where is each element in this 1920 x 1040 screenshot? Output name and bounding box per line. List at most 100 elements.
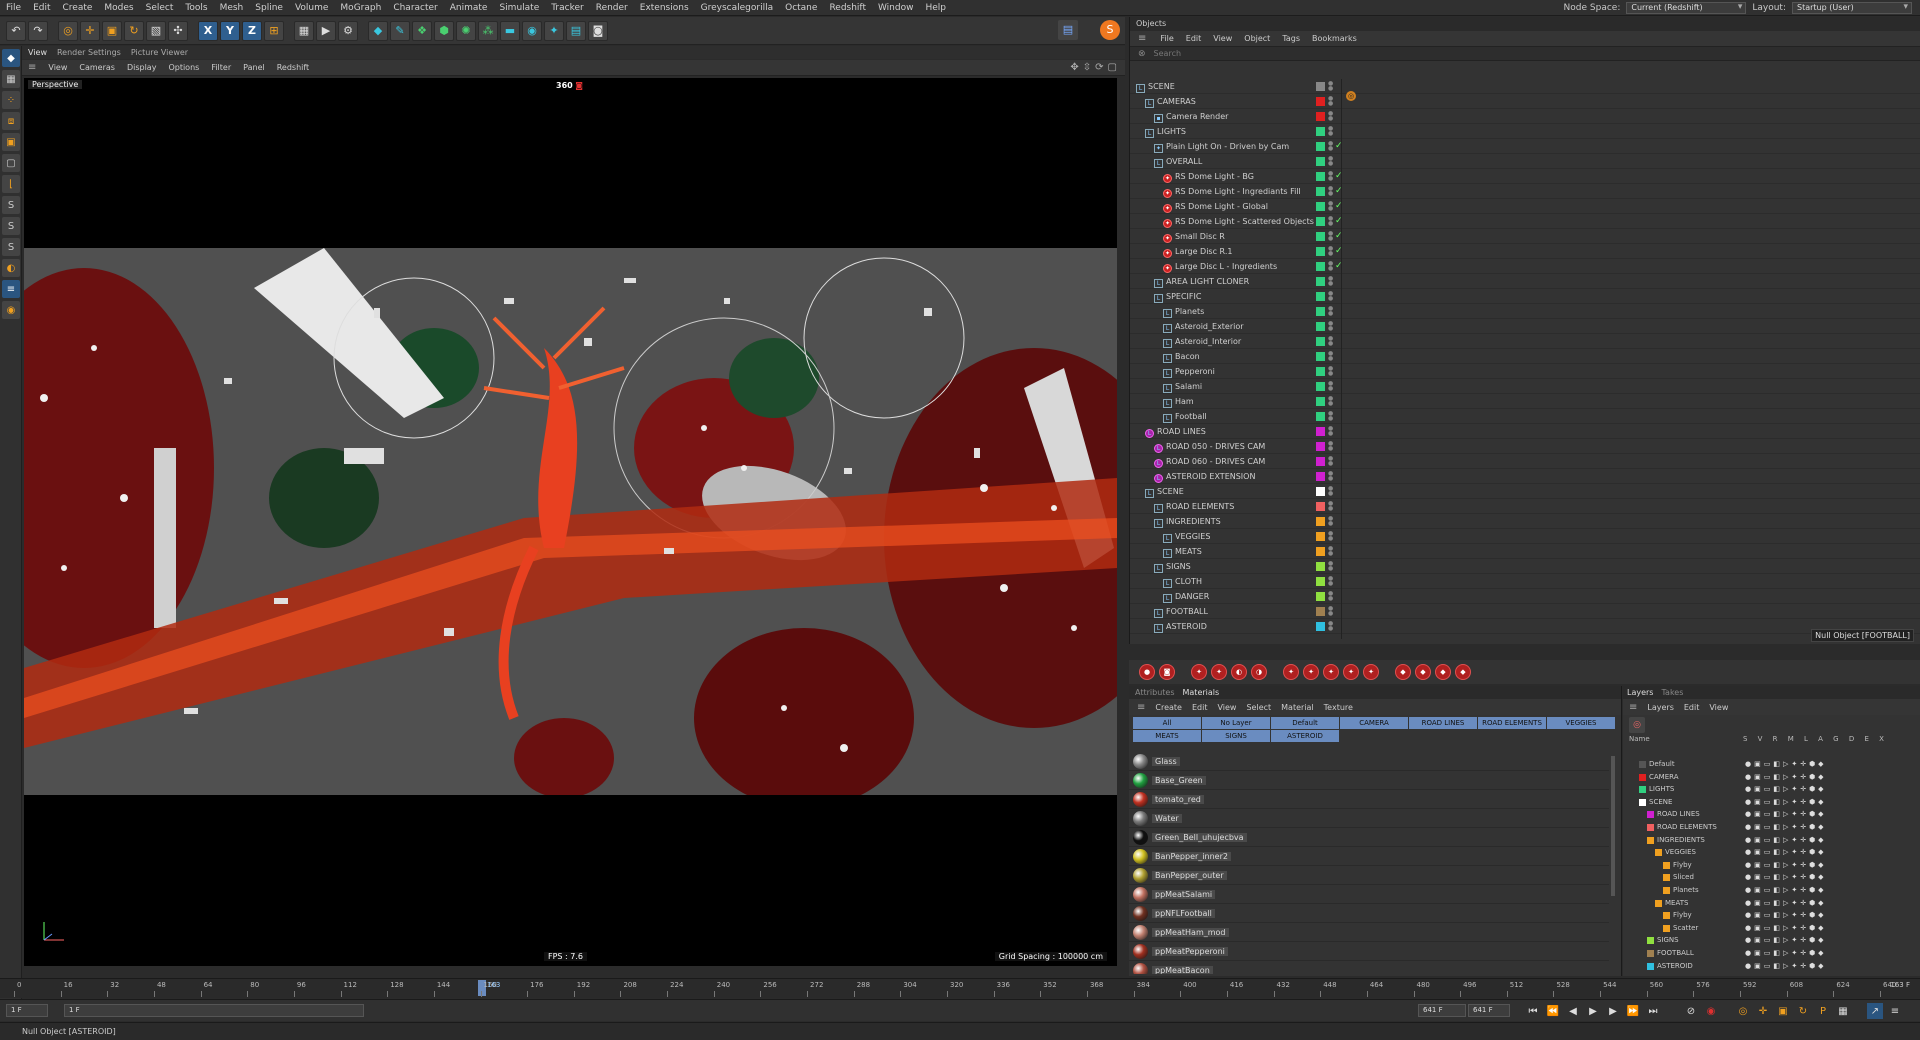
material-item[interactable]: ppNFLFootball — [1129, 904, 1609, 923]
objects-menu-edit[interactable]: Edit — [1186, 34, 1202, 43]
object-row[interactable]: ✦ RS Dome Light - Ingrediants Fill ● ● ✓ — [1130, 184, 1920, 199]
grid-icon[interactable]: ≡ — [2, 280, 20, 298]
material-filter-button[interactable]: No Layer — [1202, 717, 1270, 729]
snap-settings-icon[interactable]: S — [2, 217, 20, 235]
zoom-view-icon[interactable]: ⇳ — [1083, 62, 1091, 73]
object-row[interactable]: L SCENE ● ● — [1130, 484, 1920, 499]
key-selection-icon[interactable]: ◎ — [1735, 1003, 1751, 1019]
object-row[interactable]: ✦ RS Dome Light - Global ● ● ✓ — [1130, 199, 1920, 214]
select-tool-icon[interactable]: ◎ — [58, 20, 78, 41]
object-layer-color[interactable] — [1316, 562, 1325, 571]
visibility-dots-icon[interactable]: ● ● — [1328, 216, 1333, 227]
object-row[interactable]: L CAMERAS ● ● — [1130, 94, 1920, 109]
visibility-dots-icon[interactable]: ● ● — [1328, 606, 1333, 617]
rs-camera-icon[interactable]: ◙ — [1159, 664, 1175, 680]
object-row[interactable]: ▪ Camera Render ● ● — [1130, 109, 1920, 124]
render-view-icon[interactable]: ▶ — [316, 20, 336, 41]
object-row[interactable]: L VEGGIES ● ● — [1130, 529, 1920, 544]
layer-row[interactable]: ROAD ELEMENTS ●▣▭◧▷✦✛⬢◆ — [1623, 821, 1920, 834]
object-row[interactable]: ✦ RS Dome Light - BG ● ● ✓ — [1130, 169, 1920, 184]
y-axis-icon[interactable]: Y — [220, 20, 240, 41]
material-swatch[interactable] — [1133, 810, 1148, 826]
viewport-tab-picture-viewer[interactable]: Picture Viewer — [131, 48, 188, 57]
viewport-hamburger-icon[interactable]: ≡ — [28, 62, 36, 73]
object-row[interactable]: ✦ Small Disc R ● ● ✓ — [1130, 229, 1920, 244]
deformer-icon[interactable]: ✺ — [456, 20, 476, 41]
rs-object-2-icon[interactable]: ✦ — [1303, 664, 1319, 680]
layer-color-swatch[interactable] — [1639, 786, 1646, 794]
layer-row[interactable]: FOOTBALL ●▣▭◧▷✦✛⬢◆ — [1623, 947, 1920, 960]
layers-menu-view[interactable]: View — [1709, 703, 1728, 712]
layer-toggle-icons[interactable]: ●▣▭◧▷✦✛⬢◆ — [1745, 947, 1827, 959]
objects-menu-file[interactable]: File — [1160, 34, 1173, 43]
layer-toggle-icons[interactable]: ●▣▭◧▷✦✛⬢◆ — [1745, 821, 1827, 833]
redshift-logo-icon[interactable]: S — [1100, 20, 1120, 40]
layer-color-swatch[interactable] — [1655, 849, 1662, 857]
render-settings-icon[interactable]: ⚙ — [338, 20, 358, 41]
edges-mode-icon[interactable]: ⧈ — [2, 112, 20, 130]
viewport-menu-options[interactable]: Options — [168, 63, 199, 72]
object-layer-color[interactable] — [1316, 442, 1325, 451]
rs-light-4-icon[interactable]: ◑ — [1251, 664, 1267, 680]
layer-color-swatch[interactable] — [1647, 949, 1654, 957]
materials-tab-materials[interactable]: Materials — [1183, 686, 1220, 699]
visibility-dots-icon[interactable]: ● ● — [1328, 396, 1333, 407]
viewport-menu-view[interactable]: View — [48, 63, 67, 72]
move-tool-icon[interactable]: ✛ — [80, 20, 100, 41]
menu-item-octane[interactable]: Octane — [779, 3, 823, 13]
layers-hamburger-icon[interactable]: ≡ — [1629, 702, 1637, 713]
layer-color-swatch[interactable] — [1647, 811, 1654, 819]
visibility-dots-icon[interactable]: ● ● — [1328, 81, 1333, 92]
material-swatch[interactable] — [1133, 905, 1148, 921]
layer-row[interactable]: LIGHTS ●▣▭◧▷✦✛⬢◆ — [1623, 783, 1920, 796]
layer-toggle-icons[interactable]: ●▣▭◧▷✦✛⬢◆ — [1745, 909, 1827, 921]
material-filter-button[interactable]: All — [1133, 717, 1201, 729]
visibility-dots-icon[interactable]: ● ● — [1328, 441, 1333, 452]
object-layer-color[interactable] — [1316, 367, 1325, 376]
object-row[interactable]: L DANGER ● ● — [1130, 589, 1920, 604]
visibility-dots-icon[interactable]: ● ● — [1328, 276, 1333, 287]
visibility-dots-icon[interactable]: ● ● — [1328, 381, 1333, 392]
rs-light-1-icon[interactable]: ✦ — [1191, 664, 1207, 680]
layer-row[interactable]: Sliced ●▣▭◧▷✦✛⬢◆ — [1623, 871, 1920, 884]
menu-item-tools[interactable]: Tools — [179, 3, 213, 13]
viewport-menu-panel[interactable]: Panel — [243, 63, 265, 72]
layer-toggle-icons[interactable]: ●▣▭◧▷✦✛⬢◆ — [1745, 859, 1827, 871]
rs-object-1-icon[interactable]: ✦ — [1283, 664, 1299, 680]
visibility-dots-icon[interactable]: ● ● — [1328, 96, 1333, 107]
materials-menu-create[interactable]: Create — [1155, 703, 1182, 712]
visibility-dots-icon[interactable]: ● ● — [1328, 546, 1333, 557]
visibility-dots-icon[interactable]: ● ● — [1328, 516, 1333, 527]
layer-toggle-icons[interactable]: ●▣▭◧▷✦✛⬢◆ — [1745, 922, 1827, 934]
layer-color-swatch[interactable] — [1663, 861, 1670, 869]
object-row[interactable]: L CLOTH ● ● — [1130, 574, 1920, 589]
visibility-dots-icon[interactable]: ● ● — [1328, 306, 1333, 317]
x-axis-icon[interactable]: X — [198, 20, 218, 41]
layer-color-swatch[interactable] — [1663, 912, 1670, 920]
object-layer-color[interactable] — [1316, 142, 1325, 151]
material-item[interactable]: ppMeatBacon — [1129, 961, 1609, 974]
layer-toggle-icons[interactable]: ●▣▭◧▷✦✛⬢◆ — [1745, 871, 1827, 883]
object-layer-color[interactable] — [1316, 502, 1325, 511]
pen-icon[interactable]: ✎ — [390, 20, 410, 41]
key-rotation-icon[interactable]: ↻ — [1795, 1003, 1811, 1019]
floor-icon[interactable]: ▬ — [500, 20, 520, 41]
material-item[interactable]: Green_Bell_uhujecbva — [1129, 828, 1609, 847]
object-row[interactable]: L ASTEROID ● ● — [1130, 619, 1920, 634]
object-row[interactable]: L Football ● ● — [1130, 409, 1920, 424]
visibility-dots-icon[interactable]: ● ● — [1328, 576, 1333, 587]
object-layer-color[interactable] — [1316, 202, 1325, 211]
materials-menu-select[interactable]: Select — [1246, 703, 1271, 712]
render-region-icon[interactable]: ▦ — [294, 20, 314, 41]
object-layer-color[interactable] — [1316, 427, 1325, 436]
rs-object-3-icon[interactable]: ✦ — [1323, 664, 1339, 680]
go-to-start-icon[interactable]: ⏮ — [1525, 1003, 1541, 1019]
layer-row[interactable]: Flyby ●▣▭◧▷✦✛⬢◆ — [1623, 859, 1920, 872]
undo-icon[interactable]: ↶ — [6, 20, 26, 41]
solo-icon[interactable]: ◉ — [2, 301, 20, 319]
polygons-mode-icon[interactable]: ▣ — [2, 133, 20, 151]
object-layer-color[interactable] — [1316, 127, 1325, 136]
menu-item-help[interactable]: Help — [919, 3, 952, 13]
object-row[interactable]: L OVERALL ● ● — [1130, 154, 1920, 169]
object-layer-color[interactable] — [1316, 187, 1325, 196]
